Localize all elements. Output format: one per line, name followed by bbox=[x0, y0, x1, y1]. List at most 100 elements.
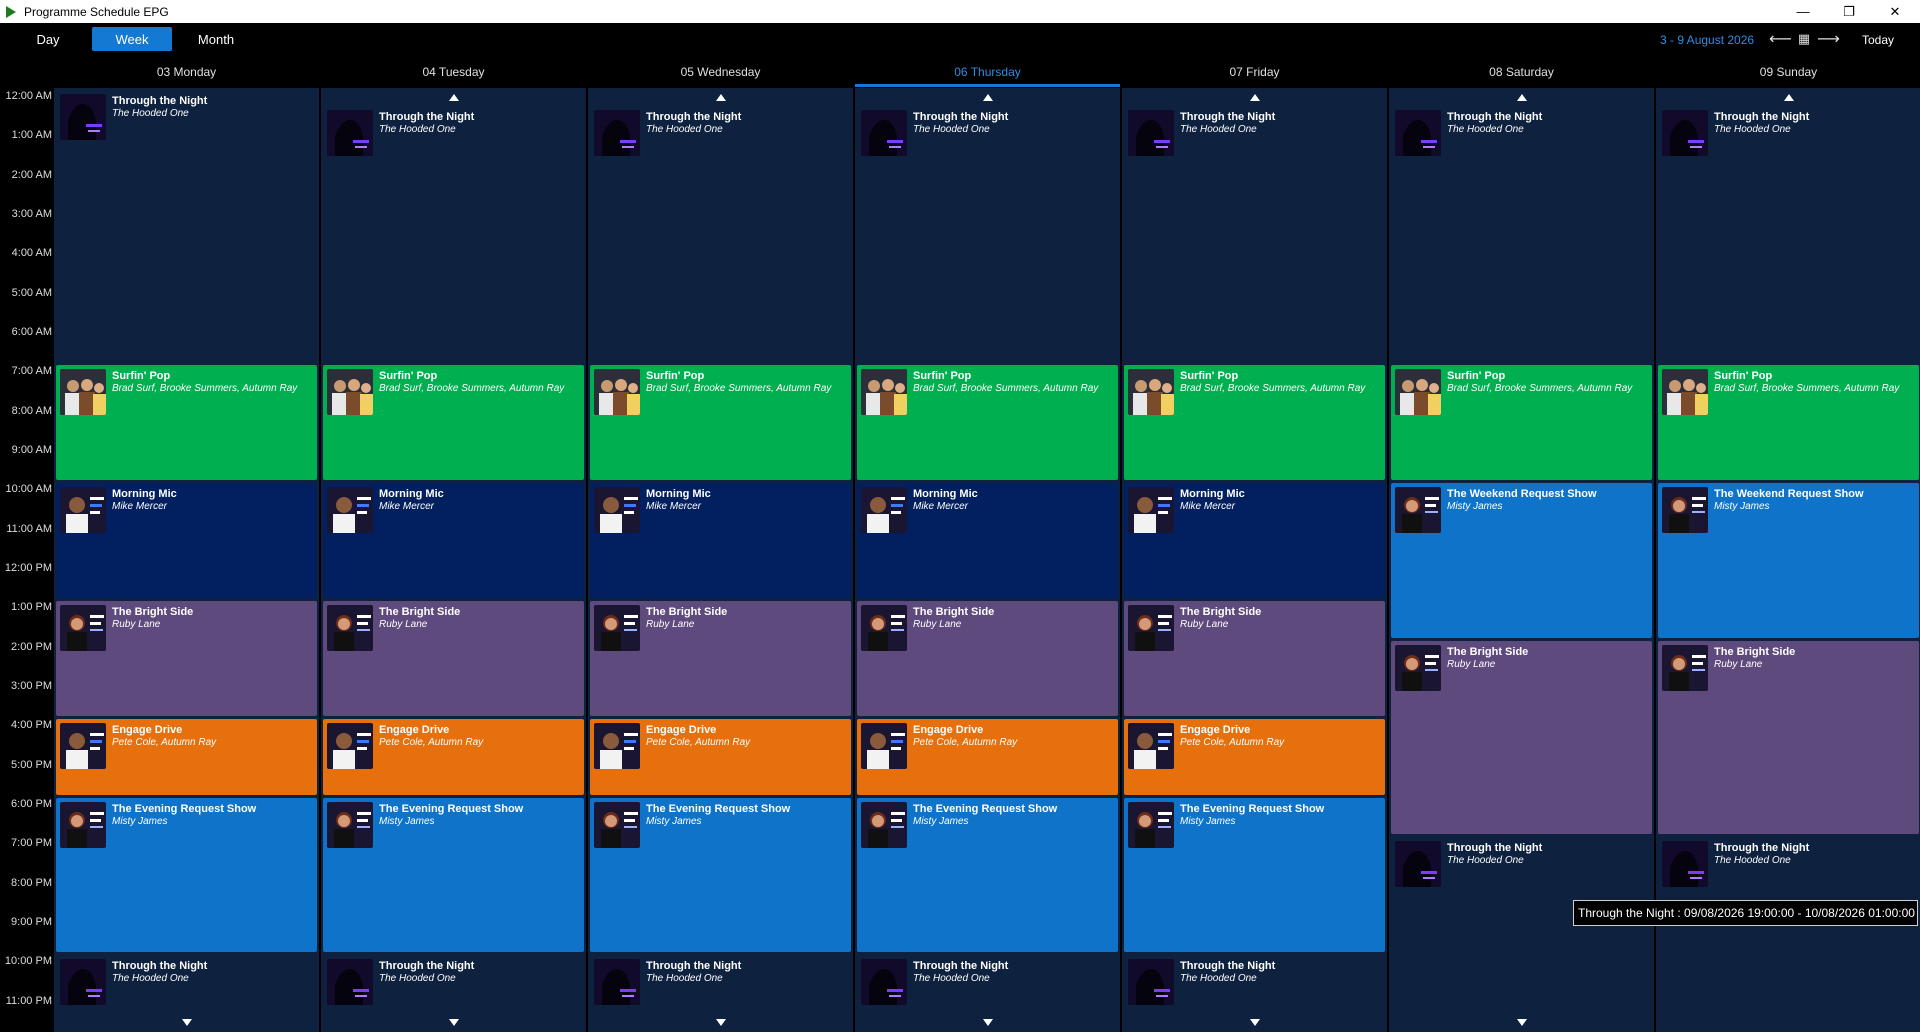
programme-host: Misty James bbox=[379, 815, 435, 827]
view-week-button[interactable]: Week bbox=[92, 27, 172, 51]
time-label: 12:00 AM bbox=[5, 90, 52, 102]
programme-title: Through the Night bbox=[1180, 111, 1276, 123]
continues-from-previous-day-icon[interactable] bbox=[715, 94, 726, 101]
programme-host: Mike Mercer bbox=[1180, 501, 1236, 513]
continues-from-previous-day-icon[interactable] bbox=[1516, 94, 1527, 101]
programme-title: Through the Night bbox=[913, 960, 1009, 973]
programme-block-engage[interactable]: Engage Drive Pete Cole, Autumn Ray bbox=[1124, 719, 1385, 795]
programme-block-weekend[interactable]: The Weekend Request Show Misty James bbox=[1658, 483, 1919, 638]
programme-block-night[interactable]: Through the Night The Hooded One bbox=[857, 955, 1118, 1031]
programme-title: Surfin' Pop bbox=[1447, 370, 1506, 383]
programme-block-evening[interactable]: The Evening Request Show Misty James bbox=[1124, 797, 1385, 953]
programme-block-evening[interactable]: The Evening Request Show Misty James bbox=[323, 797, 584, 953]
programme-block-engage[interactable]: Engage Drive Pete Cole, Autumn Ray bbox=[590, 719, 851, 795]
day-header-0[interactable]: 03 Monday bbox=[54, 56, 319, 88]
time-label: 6:00 PM bbox=[11, 797, 52, 810]
programme-block-night[interactable]: Through the Night The Hooded One bbox=[323, 955, 584, 1031]
programme-host: The Hooded One bbox=[379, 973, 456, 985]
programme-block-weekend[interactable]: The Weekend Request Show Misty James bbox=[1391, 483, 1652, 638]
view-day-button[interactable]: Day bbox=[8, 27, 88, 51]
programme-block-night[interactable]: Through the Night The Hooded One bbox=[1391, 90, 1652, 363]
continues-from-previous-day-icon[interactable] bbox=[1249, 94, 1260, 101]
continues-from-previous-day-icon[interactable] bbox=[448, 94, 459, 101]
programme-block-night[interactable]: Through the Night The Hooded One bbox=[1658, 90, 1919, 363]
programme-title: Morning Mic bbox=[1180, 488, 1245, 501]
programme-block-bright[interactable]: The Bright Side Ruby Lane bbox=[1124, 601, 1385, 717]
programme-block-surfin[interactable]: Surfin' Pop Brad Surf, Brooke Summers, Au… bbox=[590, 365, 851, 481]
time-label: 2:00 AM bbox=[11, 168, 52, 181]
minimize-button[interactable]: — bbox=[1780, 0, 1826, 23]
programme-block-surfin[interactable]: Surfin' Pop Brad Surf, Brooke Summers, Au… bbox=[1124, 365, 1385, 481]
programme-block-night[interactable]: Through the Night The Hooded One bbox=[1391, 837, 1652, 1031]
programme-block-morning[interactable]: Morning Mic Mike Mercer bbox=[1124, 483, 1385, 599]
programme-block-engage[interactable]: Engage Drive Pete Cole, Autumn Ray bbox=[56, 719, 317, 795]
programme-block-night[interactable]: Through the Night The Hooded One bbox=[1658, 837, 1919, 1031]
day-header-label: 09 Sunday bbox=[1759, 65, 1818, 79]
continues-from-previous-day-icon[interactable] bbox=[982, 94, 993, 101]
programme-block-night[interactable]: Through the Night The Hooded One bbox=[590, 90, 851, 363]
programme-thumbnail bbox=[60, 94, 106, 140]
continues-from-previous-day-icon[interactable] bbox=[1783, 94, 1794, 101]
day-header-3[interactable]: 06 Thursday bbox=[855, 56, 1120, 88]
previous-week-arrow-icon[interactable]: ⟵ bbox=[1769, 29, 1792, 49]
programme-block-night[interactable]: Through the Night The Hooded One bbox=[857, 90, 1118, 363]
programme-host: The Hooded One bbox=[1180, 973, 1257, 985]
close-button[interactable]: ✕ bbox=[1872, 0, 1918, 23]
day-column-1: Through the Night The Hooded One Surfin' P… bbox=[321, 88, 586, 1032]
programme-block-bright[interactable]: The Bright Side Ruby Lane bbox=[56, 601, 317, 717]
programme-block-engage[interactable]: Engage Drive Pete Cole, Autumn Ray bbox=[857, 719, 1118, 795]
day-header-5[interactable]: 08 Saturday bbox=[1389, 56, 1654, 88]
programme-thumbnail bbox=[1128, 723, 1174, 770]
continues-to-next-day-icon[interactable] bbox=[715, 1018, 726, 1026]
maximize-button[interactable]: ❐ bbox=[1826, 0, 1872, 23]
programme-block-bright[interactable]: The Bright Side Ruby Lane bbox=[590, 601, 851, 717]
programme-block-night[interactable]: Through the Night The Hooded One bbox=[56, 955, 317, 1031]
day-header-label: 05 Wednesday bbox=[680, 65, 761, 79]
day-header-2[interactable]: 05 Wednesday bbox=[588, 56, 853, 88]
programme-block-surfin[interactable]: Surfin' Pop Brad Surf, Brooke Summers, Au… bbox=[1391, 365, 1652, 481]
programme-block-bright[interactable]: The Bright Side Ruby Lane bbox=[323, 601, 584, 717]
programme-host: Mike Mercer bbox=[646, 501, 702, 513]
programme-block-bright[interactable]: The Bright Side Ruby Lane bbox=[1658, 640, 1919, 835]
time-label: 5:00 PM bbox=[11, 758, 52, 771]
programme-title: Through the Night bbox=[1447, 111, 1543, 123]
programme-block-surfin[interactable]: Surfin' Pop Brad Surf, Brooke Summers, Au… bbox=[1658, 365, 1919, 481]
programme-thumbnail bbox=[1128, 487, 1174, 534]
title-bar: Programme Schedule EPG — ❐ ✕ bbox=[0, 0, 1920, 23]
programme-block-surfin[interactable]: Surfin' Pop Brad Surf, Brooke Summers, Au… bbox=[857, 365, 1118, 481]
programme-block-night[interactable]: Through the Night The Hooded One bbox=[1124, 955, 1385, 1031]
programme-block-morning[interactable]: Morning Mic Mike Mercer bbox=[590, 483, 851, 599]
today-button[interactable]: Today bbox=[1862, 33, 1894, 47]
programme-block-evening[interactable]: The Evening Request Show Misty James bbox=[857, 797, 1118, 953]
time-label: 11:00 PM bbox=[5, 994, 52, 1007]
calendar-icon[interactable]: ▦ bbox=[1794, 31, 1814, 47]
view-month-button[interactable]: Month bbox=[176, 27, 256, 51]
continues-to-next-day-icon[interactable] bbox=[1516, 1018, 1527, 1026]
programme-block-morning[interactable]: Morning Mic Mike Mercer bbox=[56, 483, 317, 599]
programme-block-night[interactable]: Through the Night The Hooded One bbox=[323, 90, 584, 363]
continues-to-next-day-icon[interactable] bbox=[181, 1018, 192, 1026]
day-header-4[interactable]: 07 Friday bbox=[1122, 56, 1387, 88]
programme-block-morning[interactable]: Morning Mic Mike Mercer bbox=[857, 483, 1118, 599]
programme-block-surfin[interactable]: Surfin' Pop Brad Surf, Brooke Summers, Au… bbox=[56, 365, 317, 481]
programme-block-surfin[interactable]: Surfin' Pop Brad Surf, Brooke Summers, Au… bbox=[323, 365, 584, 481]
programme-title: Morning Mic bbox=[379, 488, 444, 501]
continues-to-next-day-icon[interactable] bbox=[448, 1018, 459, 1026]
programme-block-night[interactable]: Through the Night The Hooded One bbox=[590, 955, 851, 1031]
programme-block-night[interactable]: Through the Night The Hooded One bbox=[1124, 90, 1385, 363]
programme-block-engage[interactable]: Engage Drive Pete Cole, Autumn Ray bbox=[323, 719, 584, 795]
continues-to-next-day-icon[interactable] bbox=[982, 1018, 993, 1026]
programme-block-evening[interactable]: The Evening Request Show Misty James bbox=[590, 797, 851, 953]
day-header-1[interactable]: 04 Tuesday bbox=[321, 56, 586, 88]
continues-to-next-day-icon[interactable] bbox=[1249, 1018, 1260, 1026]
day-header-6[interactable]: 09 Sunday bbox=[1656, 56, 1920, 88]
programme-block-night[interactable]: Through the Night The Hooded One bbox=[56, 90, 317, 363]
programme-block-evening[interactable]: The Evening Request Show Misty James bbox=[56, 797, 317, 953]
programme-thumbnail bbox=[327, 487, 373, 534]
programme-block-bright[interactable]: The Bright Side Ruby Lane bbox=[1391, 640, 1652, 835]
programme-title: Through the Night bbox=[379, 111, 475, 123]
programme-block-bright[interactable]: The Bright Side Ruby Lane bbox=[857, 601, 1118, 717]
next-week-arrow-icon[interactable]: ⟶ bbox=[1817, 29, 1840, 49]
programme-thumbnail bbox=[327, 959, 373, 1006]
programme-block-morning[interactable]: Morning Mic Mike Mercer bbox=[323, 483, 584, 599]
